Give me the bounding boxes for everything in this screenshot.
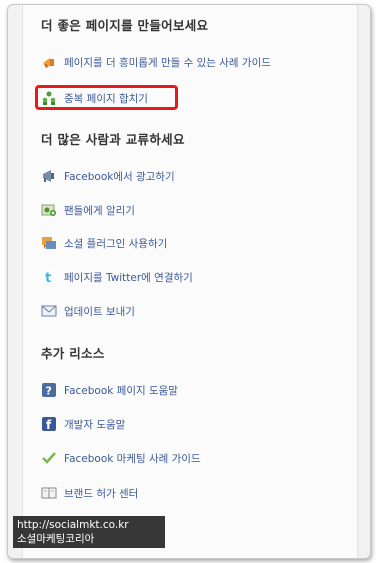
link-twitter[interactable]: t 페이지를 Twitter에 연결하기 — [41, 268, 193, 286]
link-send-updates-label: 업데이트 보내기 — [64, 305, 135, 318]
developer-icon: f — [41, 416, 57, 432]
section-title-connect: 더 많은 사람과 교류하세요 — [41, 132, 185, 147]
link-page-guide-label: 페이지를 더 흥미롭게 만들 수 있는 사례 가이드 — [64, 56, 271, 69]
link-advertise-label: Facebook에서 광고하기 — [64, 170, 175, 183]
checkmark-icon — [41, 450, 57, 466]
link-pages-help-label: Facebook 페이지 도움말 — [64, 384, 178, 397]
svg-text:t: t — [45, 271, 51, 285]
megaphone-icon — [41, 168, 57, 184]
svg-text:?: ? — [46, 385, 52, 398]
megaphone-hand-icon — [41, 54, 57, 70]
link-invite-fans[interactable]: 팬들에게 알리기 — [41, 201, 135, 219]
window-frame: 더 좋은 페이지를 만들어보세요 페이지를 더 흥미롭게 만들 수 있는 사례 … — [7, 4, 371, 559]
link-advertise[interactable]: Facebook에서 광고하기 — [41, 167, 175, 185]
twitter-icon: t — [41, 269, 57, 285]
link-brand-permissions-label: 브랜드 허가 센터 — [64, 487, 139, 500]
sidebar-panel: 더 좋은 페이지를 만들어보세요 페이지를 더 흥미롭게 만들 수 있는 사례 … — [22, 5, 358, 558]
link-social-plugins[interactable]: 소셜 플러그인 사용하기 — [41, 234, 167, 252]
link-brand-permissions[interactable]: 브랜드 허가 센터 — [41, 484, 138, 502]
watermark-name: 소셜마케팅코리아 — [17, 533, 95, 545]
link-social-plugins-label: 소셜 플러그인 사용하기 — [64, 237, 168, 250]
help-icon: ? — [41, 382, 57, 398]
merge-people-icon — [41, 90, 57, 106]
envelope-icon — [41, 303, 57, 319]
link-merge-pages-label: 중복 페이지 합치기 — [64, 92, 148, 105]
book-icon — [41, 485, 57, 501]
link-twitter-label: 페이지를 Twitter에 연결하기 — [64, 271, 193, 284]
link-send-updates[interactable]: 업데이트 보내기 — [41, 302, 135, 320]
section-title-resources: 추가 리소스 — [41, 346, 105, 361]
link-merge-pages[interactable]: 중복 페이지 합치기 — [41, 89, 148, 107]
watermark-url: http://socialmkt.co.kr — [17, 519, 129, 531]
invite-fans-icon — [41, 202, 57, 218]
social-plugin-icon — [41, 235, 57, 251]
link-developer-help-label: 개발자 도움말 — [64, 418, 126, 431]
link-invite-fans-label: 팬들에게 알리기 — [64, 204, 135, 217]
link-marketing-guide[interactable]: Facebook 마케팅 사례 가이드 — [41, 449, 201, 467]
link-pages-help[interactable]: ? Facebook 페이지 도움말 — [41, 381, 178, 399]
watermark: http://socialmkt.co.kr 소셜마케팅코리아 — [13, 516, 165, 548]
svg-text:f: f — [46, 418, 52, 432]
link-marketing-guide-label: Facebook 마케팅 사례 가이드 — [64, 452, 201, 465]
link-developer-help[interactable]: f 개발자 도움말 — [41, 415, 125, 433]
link-page-guide[interactable]: 페이지를 더 흥미롭게 만들 수 있는 사례 가이드 — [41, 53, 271, 71]
section-title-better-page: 더 좋은 페이지를 만들어보세요 — [41, 18, 209, 33]
